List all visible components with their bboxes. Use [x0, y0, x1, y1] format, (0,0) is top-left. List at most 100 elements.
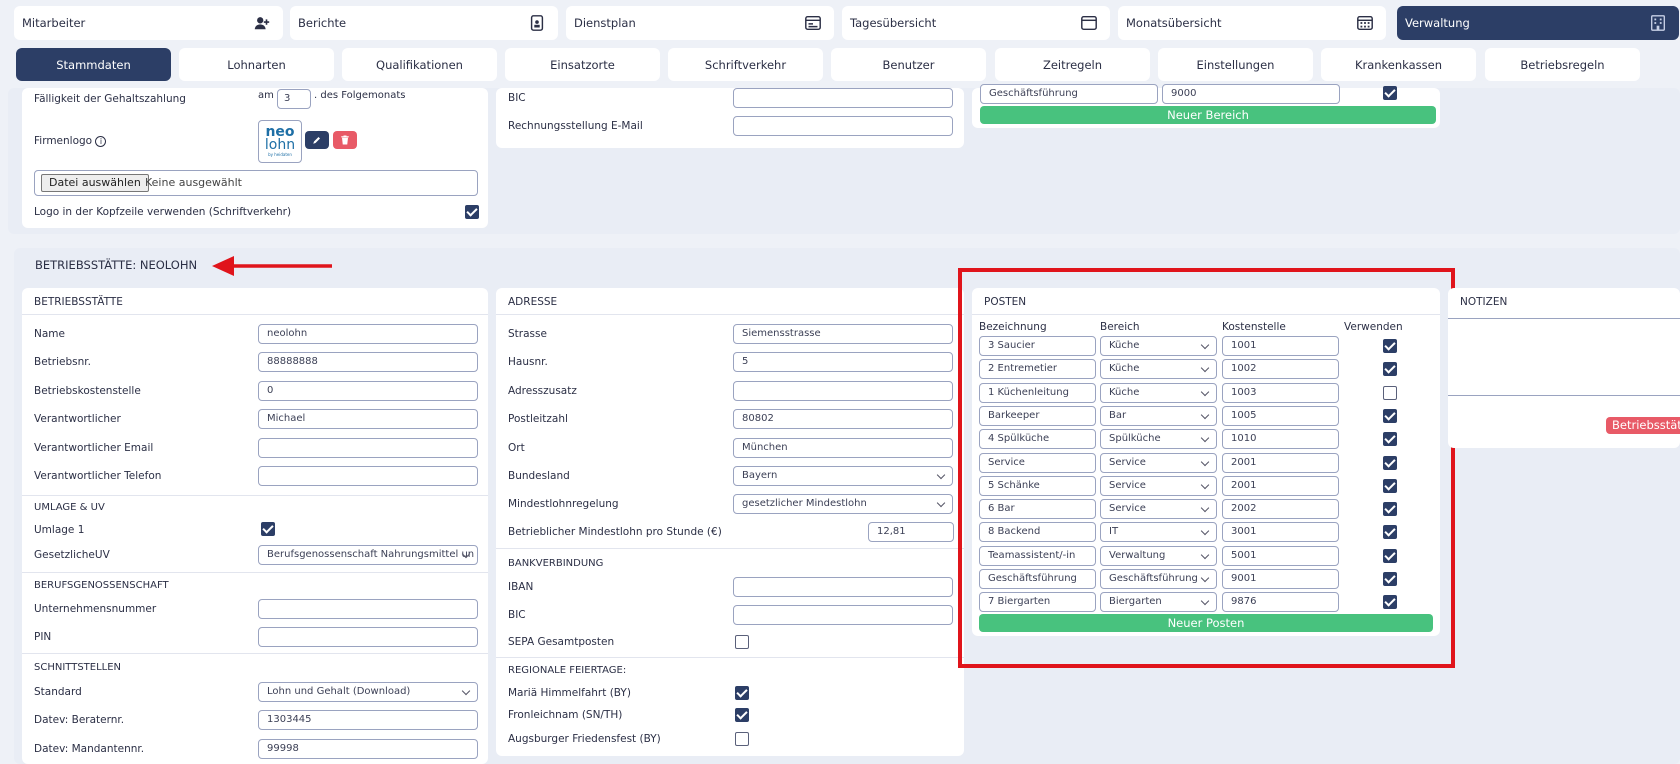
field-betriebsnr-input[interactable]: 88888888 — [258, 352, 478, 372]
nav-berichte[interactable]: Berichte — [290, 6, 558, 40]
choose-file-button[interactable]: Datei auswählen — [41, 174, 149, 192]
strasse-input[interactable]: Siemensstrasse — [733, 324, 953, 344]
adresszusatz-label: Adresszusatz — [508, 385, 577, 397]
iban-input[interactable] — [733, 577, 953, 597]
umlage1-checkbox[interactable] — [261, 522, 275, 536]
beraternr-input[interactable]: 1303445 — [258, 710, 478, 730]
logo-header-label: Logo in der Kopfzeile verwenden (Schrift… — [34, 206, 292, 218]
field-verantwortlicher-input[interactable]: Michael — [258, 409, 478, 429]
nav-verwaltung[interactable]: Verwaltung — [1397, 6, 1679, 40]
field-verantwortlicher-label: Verantwortlicher — [34, 413, 121, 425]
hausnr-input[interactable]: 5 — [733, 352, 953, 372]
holiday-checkbox-fronleichnam[interactable] — [735, 708, 749, 722]
plz-input[interactable]: 80802 — [733, 409, 953, 429]
arrow-annotation — [212, 256, 332, 276]
tab-stammdaten[interactable]: Stammdaten — [16, 48, 171, 81]
due-day-input[interactable]: 3 — [277, 89, 311, 109]
day-window-icon — [1081, 15, 1097, 31]
calendar-icon — [1357, 15, 1373, 31]
company-bic-input[interactable] — [733, 88, 953, 108]
nav-tagesuebersicht-label: Tagesübersicht — [850, 16, 937, 30]
notizen-textarea[interactable] — [1448, 318, 1680, 396]
holiday-checkbox-augsburg[interactable] — [735, 732, 749, 746]
ort-label: Ort — [508, 442, 525, 454]
nav-berichte-label: Berichte — [298, 16, 347, 30]
tab-zeitregeln[interactable]: Zeitregeln — [995, 48, 1150, 81]
ort-input[interactable]: München — [733, 438, 953, 458]
field-betriebsnr-label: Betriebsnr. — [34, 356, 91, 368]
adresszusatz-input[interactable] — [733, 381, 953, 401]
holiday-label: Fronleichnam (SN/TH) — [508, 709, 623, 721]
nav-monatsuebersicht-label: Monatsübersicht — [1126, 16, 1222, 30]
mindestlohnregelung-select[interactable]: gesetzlicher Mindestlohn — [733, 494, 953, 514]
bic-label: BIC — [508, 609, 526, 621]
bereich-cost-input[interactable]: 9000 — [1162, 84, 1340, 104]
bereich-name-input[interactable]: Geschäftsführung — [980, 84, 1158, 104]
nav-mitarbeiter[interactable]: Mitarbeiter — [14, 6, 283, 40]
field-telefon-input[interactable] — [258, 466, 478, 486]
tab-lohnarten[interactable]: Lohnarten — [179, 48, 334, 81]
company-card: Fälligkeit der Gehaltszahlung am 3 . des… — [22, 88, 488, 228]
company-bank-card: BIC Rechnungsstellung E-Mail — [496, 88, 964, 148]
betrieblicher-mindestlohn-label: Betrieblicher Mindestlohn pro Stunde (€) — [508, 526, 722, 538]
bg-title: BERUFSGENOSSENSCHAFT — [34, 580, 169, 591]
holiday-checkbox-mariae[interactable] — [735, 686, 749, 700]
tab-schriftverkehr[interactable]: Schriftverkehr — [668, 48, 823, 81]
new-bereich-button[interactable]: Neuer Bereich — [980, 106, 1436, 124]
nav-dienstplan[interactable]: Dienstplan — [566, 6, 834, 40]
highlight-box — [958, 268, 1455, 668]
umlage-title: UMLAGE & UV — [34, 502, 105, 513]
holiday-label: Mariä Himmelfahrt (BY) — [508, 687, 631, 699]
mandantennr-input[interactable]: 99998 — [258, 739, 478, 759]
mandantennr-label: Datev: Mandantennr. — [34, 743, 145, 755]
field-email-input[interactable] — [258, 438, 478, 458]
interfaces-title: SCHNITTSTELLEN — [34, 662, 122, 673]
strasse-label: Strasse — [508, 328, 547, 340]
report-icon — [530, 15, 544, 31]
divider — [22, 495, 488, 496]
building-icon — [1651, 15, 1665, 31]
pin-label: PIN — [34, 631, 52, 643]
holiday-label: Augsburger Friedensfest (BY) — [508, 733, 661, 745]
bereich-card: Geschäftsführung 9000 Neuer Bereich — [972, 84, 1440, 128]
divider — [496, 657, 964, 658]
tab-krankenkassen[interactable]: Krankenkassen — [1321, 48, 1476, 81]
divider — [22, 653, 488, 654]
logo-label: Firmenlogo i — [34, 135, 107, 147]
adresse-title: ADRESSE — [508, 296, 558, 308]
hausnr-label: Hausnr. — [508, 356, 548, 368]
umlage1-label: Umlage 1 — [34, 524, 85, 536]
bereich-use-checkbox[interactable] — [1383, 86, 1397, 100]
standard-label: Standard — [34, 686, 82, 698]
nav-mitarbeiter-label: Mitarbeiter — [22, 16, 86, 30]
bundesland-select[interactable]: Bayern — [733, 466, 953, 486]
bank-title: BANKVERBINDUNG — [508, 558, 604, 569]
tab-einstellungen[interactable]: Einstellungen — [1158, 48, 1313, 81]
field-email-label: Verantwortlicher Email — [34, 442, 154, 454]
sepa-checkbox[interactable] — [735, 635, 749, 649]
betrieblicher-mindestlohn-input[interactable]: 12,81 — [868, 522, 954, 542]
bic-input[interactable] — [733, 605, 953, 625]
edit-logo-button[interactable] — [305, 131, 329, 149]
tab-einsatzorte[interactable]: Einsatzorte — [505, 48, 660, 81]
nav-tagesuebersicht[interactable]: Tagesübersicht — [842, 6, 1110, 40]
delete-logo-button[interactable] — [333, 131, 357, 149]
mindestlohnregelung-label: Mindestlohnregelung — [508, 498, 619, 510]
tab-qualifikationen[interactable]: Qualifikationen — [342, 48, 497, 81]
field-kostenstelle-label: Betriebskostenstelle — [34, 385, 141, 397]
pin-input[interactable] — [258, 627, 478, 647]
unternehmensnummer-input[interactable] — [258, 599, 478, 619]
nav-monatsuebersicht[interactable]: Monatsübersicht — [1118, 6, 1386, 40]
company-logo: neo lohn by heidaten — [258, 120, 302, 163]
betriebsstaette-badge-button[interactable]: Betriebsstätt — [1606, 417, 1680, 434]
tab-betriebsregeln[interactable]: Betriebsregeln — [1485, 48, 1640, 81]
uv-select[interactable]: Berufsgenossenschaft Nahrungsmittel un — [258, 545, 478, 565]
logo-header-checkbox[interactable] — [465, 205, 479, 219]
divider — [496, 314, 964, 315]
field-kostenstelle-input[interactable]: 0 — [258, 381, 478, 401]
field-name-input[interactable]: neolohn — [258, 324, 478, 344]
invoice-email-input[interactable] — [733, 116, 953, 136]
standard-select[interactable]: Lohn und Gehalt (Download) — [258, 682, 478, 702]
tab-benutzer[interactable]: Benutzer — [831, 48, 986, 81]
site-title: BETRIEBSSTÄTTE: NEOLOHN — [35, 258, 198, 272]
